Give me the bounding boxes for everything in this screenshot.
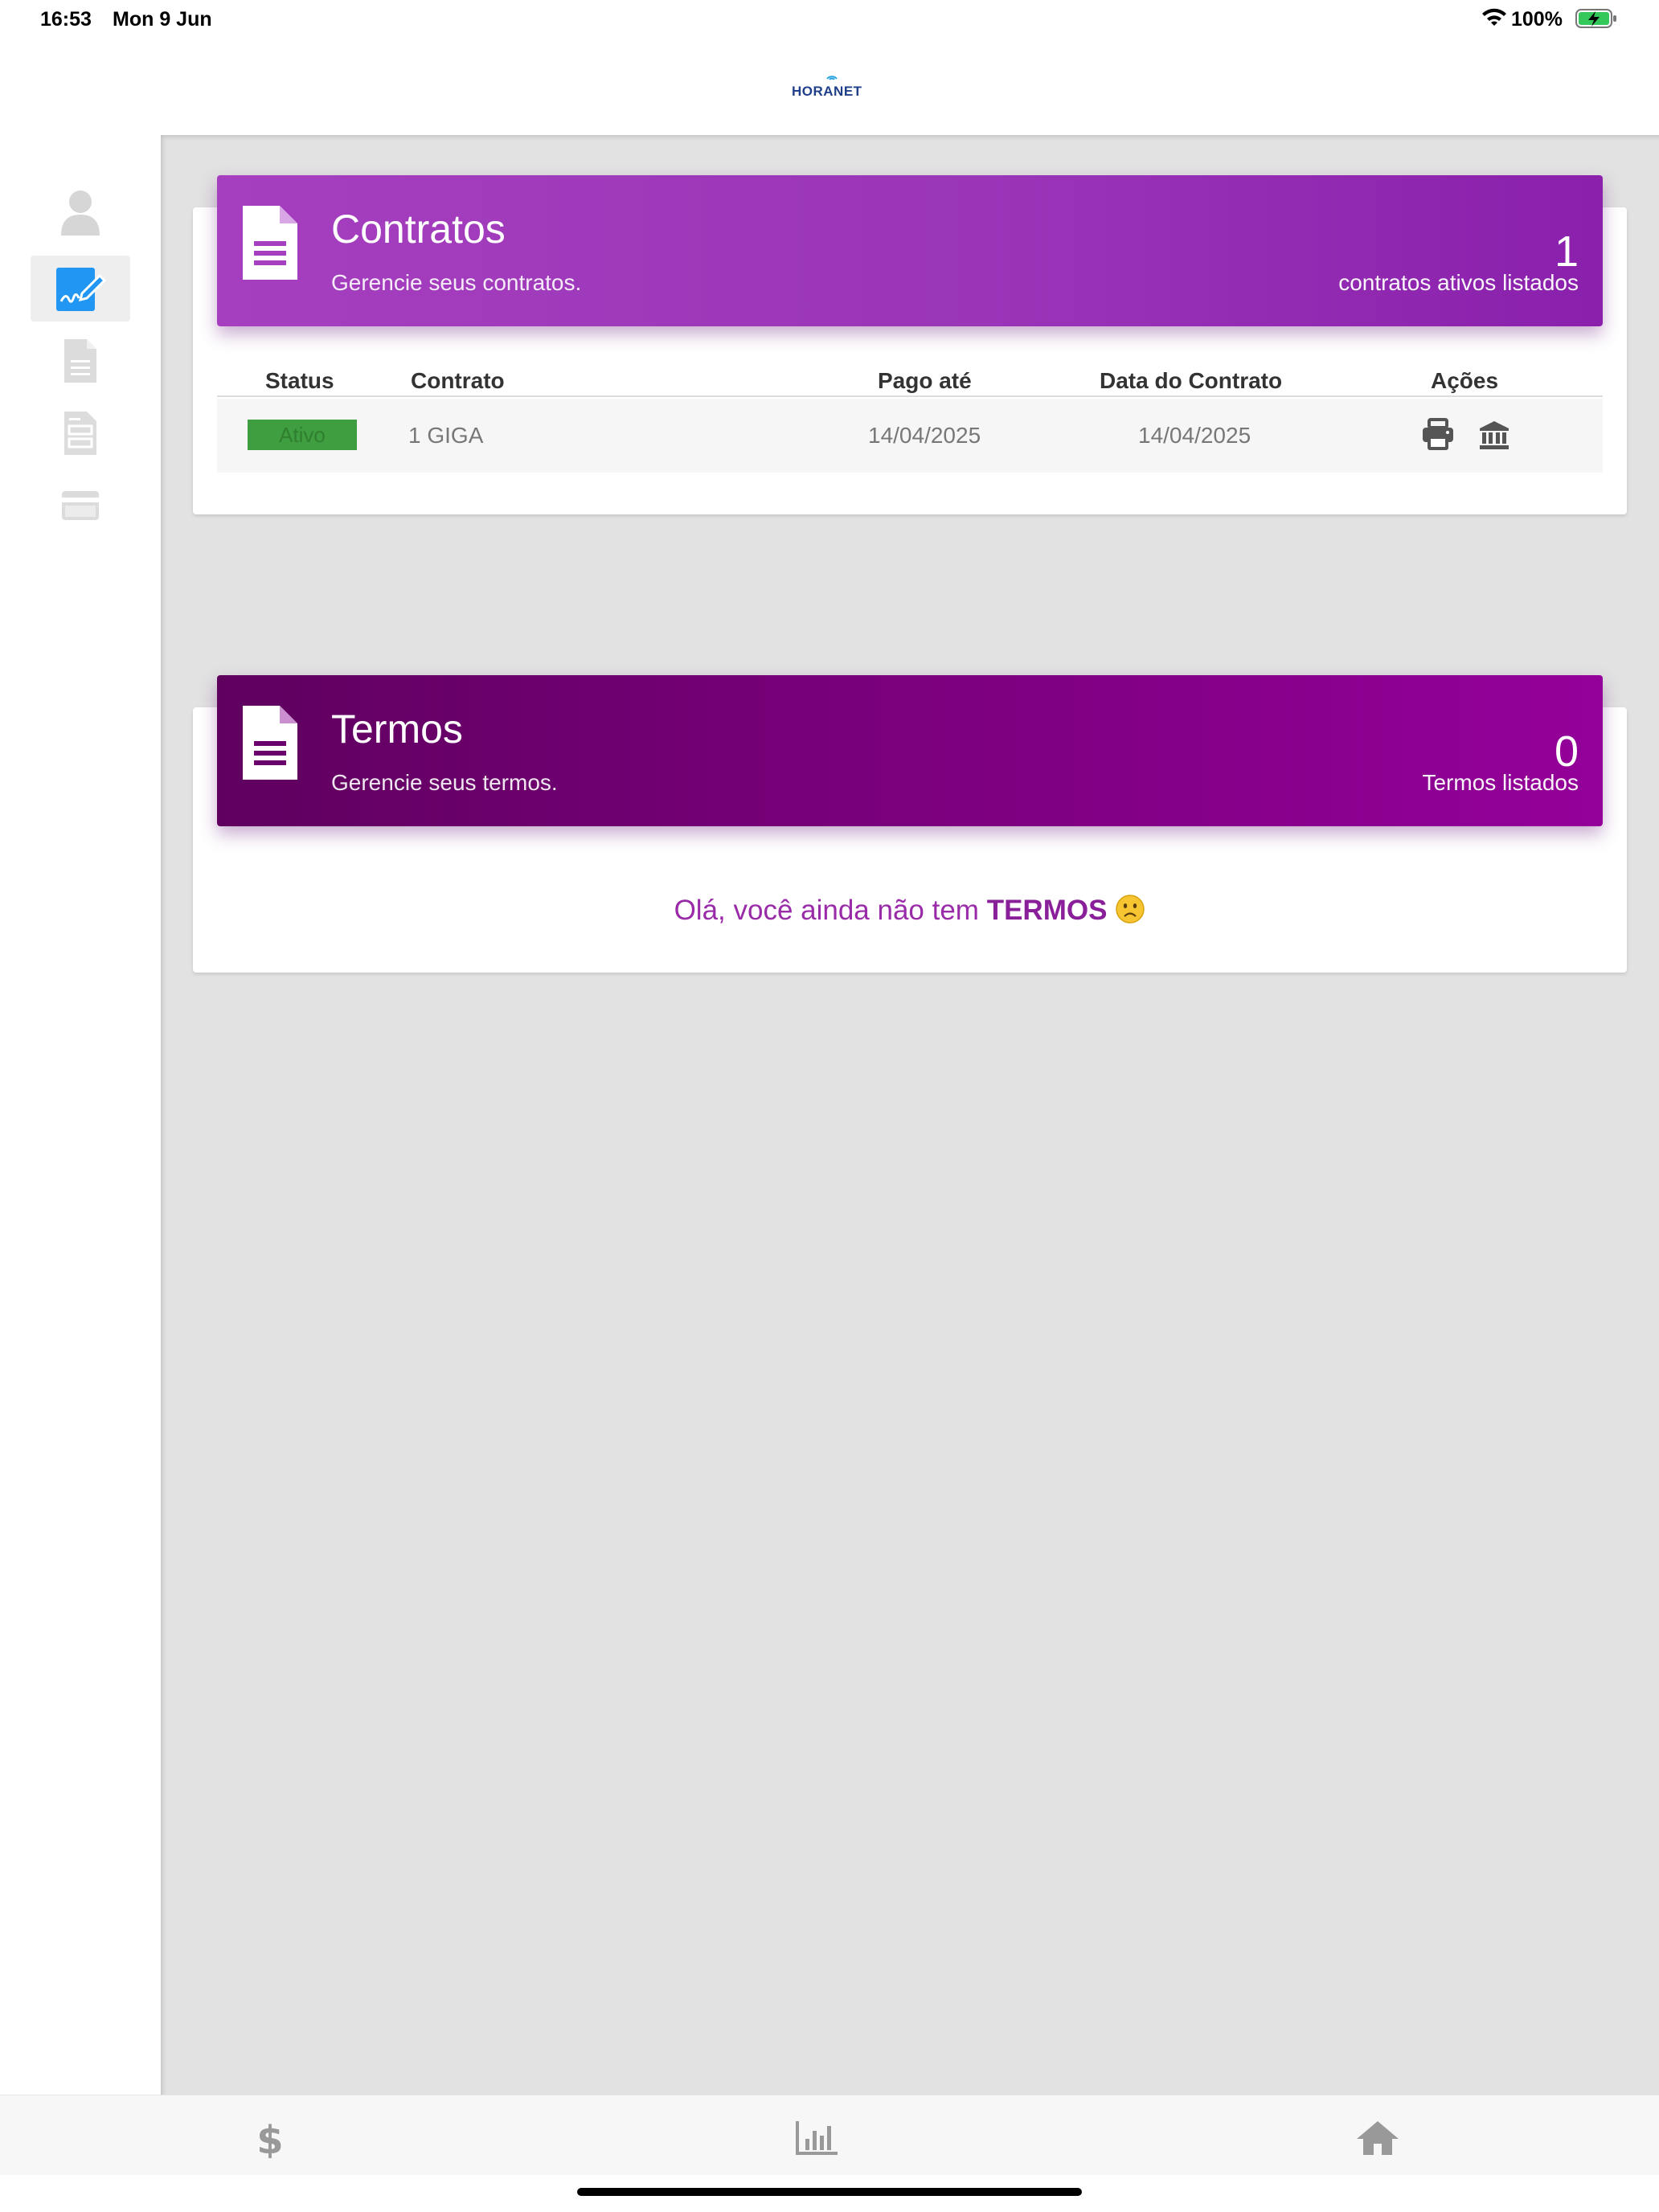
file-icon	[243, 706, 297, 780]
sidebar-item-payments[interactable]	[31, 473, 130, 539]
logo: HORANET	[792, 76, 869, 101]
sidebar-item-profile[interactable]	[31, 180, 130, 246]
table-row[interactable]: Ativo 1 GIGA 14/04/2025 14/04/2025	[217, 399, 1603, 473]
wifi-icon	[1482, 8, 1506, 26]
battery-percent: 100%	[1511, 8, 1563, 31]
terms-count: 0	[1554, 727, 1579, 776]
signature-icon	[56, 268, 106, 311]
file-icon	[243, 206, 297, 280]
home-indicator[interactable]	[577, 2188, 1082, 2196]
column-header-acoes: Ações	[1431, 368, 1499, 393]
document-icon	[64, 339, 96, 383]
terms-count-label: Termos listados	[1422, 770, 1579, 795]
sidebar-item-documents[interactable]	[31, 328, 130, 394]
contracts-title: Contratos	[331, 207, 506, 252]
bank-icon[interactable]	[1477, 418, 1511, 452]
contract-date: 14/04/2025	[1138, 423, 1251, 448]
paid-until: 14/04/2025	[868, 423, 981, 448]
print-icon[interactable]	[1421, 418, 1455, 452]
contracts-subtitle: Gerencie seus contratos.	[331, 270, 582, 295]
contracts-table-header: Status Contrato Pago até Data do Contrat…	[217, 368, 1603, 397]
column-header-status: Status	[265, 368, 334, 393]
receipt-icon	[64, 412, 96, 455]
sad-face-icon	[1116, 895, 1145, 924]
column-header-data-contrato: Data do Contrato	[1100, 368, 1283, 393]
terms-subtitle: Gerencie seus termos.	[331, 770, 558, 795]
svg-text:$: $	[256, 2118, 283, 2158]
contracts-count-label: contratos ativos listados	[1338, 270, 1579, 295]
terms-header: Termos Gerencie seus termos. 0 Termos li…	[217, 675, 1603, 826]
status-time: 16:53	[40, 8, 92, 31]
signal-icon	[826, 76, 838, 80]
status-bar: 16:53 Mon 9 Jun 100%	[0, 0, 1659, 39]
terms-title: Termos	[331, 707, 463, 752]
terms-empty-text: Olá, você ainda não tem	[674, 895, 987, 926]
terms-empty-strong: TERMOS	[986, 895, 1108, 926]
status-date: Mon 9 Jun	[113, 8, 212, 31]
dollar-icon[interactable]: $	[246, 2118, 294, 2158]
status-badge: Ativo	[248, 420, 357, 450]
battery-charging-icon	[1575, 9, 1616, 28]
sidebar-item-invoices[interactable]	[31, 400, 130, 466]
logo-text: HORANET	[792, 84, 862, 99]
sidebar	[0, 135, 161, 2095]
app-header: HORANET	[0, 39, 1659, 135]
home-icon[interactable]	[1354, 2118, 1402, 2158]
column-header-pago-ate: Pago até	[878, 368, 972, 393]
contract-name: 1 GIGA	[408, 423, 484, 448]
credit-card-icon	[62, 491, 99, 520]
terms-empty-message: Olá, você ainda não tem TERMOS	[193, 894, 1627, 927]
contracts-count: 1	[1554, 227, 1579, 276]
column-header-contrato: Contrato	[411, 368, 505, 393]
bottom-tab-bar: $	[0, 2095, 1659, 2175]
bar-chart-icon[interactable]	[794, 2118, 842, 2158]
contracts-header: Contratos Gerencie seus contratos. 1 con…	[217, 175, 1603, 326]
user-icon	[61, 190, 100, 236]
sidebar-item-contracts[interactable]	[31, 256, 130, 322]
